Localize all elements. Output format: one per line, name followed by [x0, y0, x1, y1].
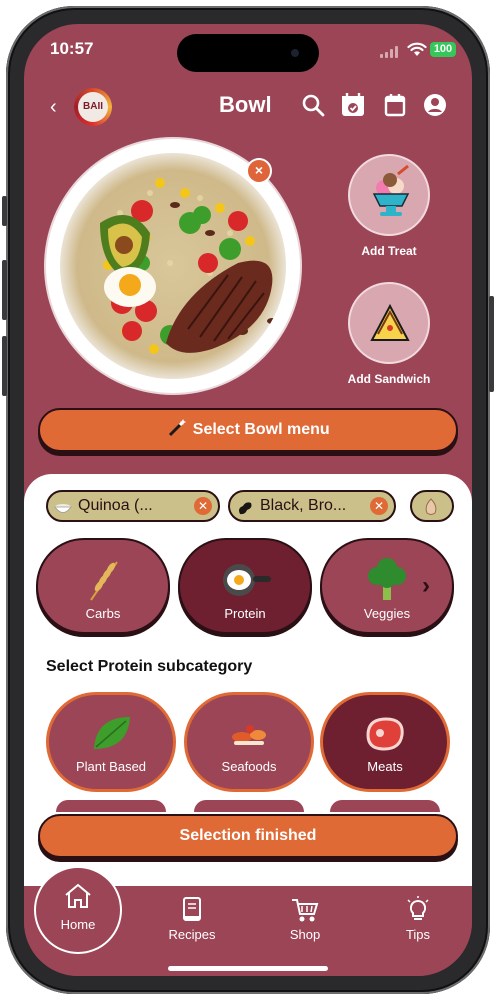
logo-text: BAII: [78, 92, 108, 122]
page-title: Bowl: [219, 92, 272, 117]
nav-label: Home: [60, 917, 96, 932]
status-time: 10:57: [50, 39, 94, 58]
chip-label: Black, Bro...: [260, 497, 347, 514]
nav-label: Shop: [289, 927, 321, 942]
remove-chip-button[interactable]: ✕: [370, 497, 388, 515]
steak-icon: [323, 709, 447, 759]
ice-cream-icon: [372, 164, 410, 216]
category-carbs[interactable]: Carbs: [36, 538, 170, 634]
sandwich-icon: [370, 303, 410, 341]
add-treat-label: Add Treat: [361, 244, 417, 258]
add-sandwich-button[interactable]: [348, 282, 430, 364]
selected-chip-onion[interactable]: [410, 490, 454, 522]
battery-indicator: 100: [430, 42, 456, 57]
home-icon: [65, 883, 91, 908]
nav-label: Recipes: [168, 927, 216, 942]
category-protein[interactable]: Protein: [178, 538, 312, 634]
chip-label: Quinoa (...: [78, 497, 153, 514]
selected-chip-black-beans[interactable]: Black, Bro... ✕: [228, 490, 396, 522]
nav-home[interactable]: Home: [34, 866, 122, 954]
select-bowl-menu-button[interactable]: Select Bowl menu: [38, 408, 458, 452]
signal-icon: [380, 46, 398, 58]
volume-down-button: [2, 336, 7, 396]
wifi-icon: [407, 42, 427, 56]
add-treat-button[interactable]: [348, 154, 430, 236]
subcategory-label: Seafoods: [221, 759, 277, 774]
subcategory-meats[interactable]: Meats: [320, 692, 450, 792]
calendar-check-icon[interactable]: [340, 92, 366, 118]
lightbulb-icon: [407, 896, 429, 920]
add-sandwich-label: Add Sandwich: [347, 372, 431, 386]
broccoli-icon: [322, 554, 452, 606]
nav-tips[interactable]: Tips: [383, 896, 453, 942]
select-bowl-menu-label: Select Bowl menu: [192, 421, 330, 438]
nav-shop[interactable]: Shop: [270, 896, 340, 942]
action-button: [2, 196, 7, 226]
back-button[interactable]: ‹: [50, 96, 57, 119]
nav-recipes[interactable]: Recipes: [157, 896, 227, 942]
app-logo: BAII: [74, 88, 112, 126]
chevron-right-icon[interactable]: ›: [422, 572, 430, 600]
selection-finished-button[interactable]: Selection finished: [38, 814, 458, 858]
wheat-icon: [38, 554, 168, 606]
subcategory-peek: [194, 800, 304, 812]
onion-icon: [422, 498, 440, 520]
add-treat-action[interactable]: Add Treat: [348, 154, 430, 258]
subcategory-peek: [330, 800, 440, 812]
subcategory-label: Meats: [367, 759, 403, 774]
power-button: [489, 296, 494, 392]
nav-label: Tips: [405, 927, 431, 942]
category-label: Carbs: [85, 606, 121, 621]
leaf-icon: [49, 709, 173, 759]
book-icon: [183, 897, 201, 921]
add-sandwich-action[interactable]: Add Sandwich: [348, 282, 430, 386]
category-label: Protein: [224, 606, 266, 621]
remove-chip-button[interactable]: ✕: [194, 497, 212, 515]
category-label: Veggies: [363, 606, 411, 621]
remove-bowl-button[interactable]: ×: [246, 158, 272, 184]
magic-wand-icon: [166, 410, 188, 450]
app-screen: 10:57 100 ‹ BAII Bowl × Add Treat Add Sa…: [24, 24, 472, 976]
volume-up-button: [2, 260, 7, 320]
camera-dot: [291, 49, 299, 57]
subcategory-label: Plant Based: [75, 759, 147, 774]
subcategory-plant-based[interactable]: Plant Based: [46, 692, 176, 792]
bean-icon: [236, 498, 254, 520]
search-icon[interactable]: [300, 92, 326, 118]
dynamic-island: [177, 34, 319, 72]
bowl-food-drawing: [100, 178, 277, 354]
frying-pan-egg-icon: [180, 554, 310, 606]
subcategory-peek: [56, 800, 166, 812]
category-veggies[interactable]: Veggies: [320, 538, 454, 634]
bowl-icon: [54, 498, 72, 520]
account-icon[interactable]: [422, 92, 448, 118]
subcategory-seafoods[interactable]: Seafoods: [184, 692, 314, 792]
selected-chip-quinoa[interactable]: Quinoa (... ✕: [46, 490, 220, 522]
seafood-icon: [187, 709, 311, 759]
calendar-icon[interactable]: [382, 92, 408, 118]
subcategory-title: Select Protein subcategory: [46, 658, 253, 675]
bowl-food-image: [60, 153, 286, 379]
cart-icon: [292, 899, 319, 922]
home-indicator: [168, 966, 328, 971]
